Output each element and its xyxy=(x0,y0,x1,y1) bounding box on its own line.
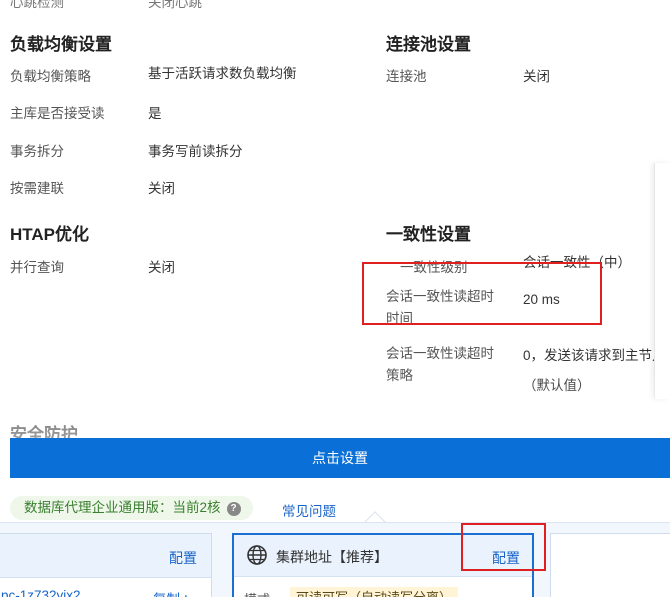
primary-read-label: 主库是否接受读 xyxy=(10,106,105,121)
mode-label: 模式 xyxy=(244,589,270,597)
on-demand-conn-value: 关闭 xyxy=(148,181,175,196)
connection-pool-title: 连接池设置 xyxy=(386,35,471,54)
primary-read-value: 是 xyxy=(148,106,162,121)
cluster-endpoint-card: 集群地址【推荐】 配置 模式 可读可写（自动读写分离） xyxy=(232,533,534,597)
globe-icon xyxy=(247,545,267,565)
side-panel-edge xyxy=(654,163,670,399)
parallel-query-value: 关闭 xyxy=(148,260,175,275)
load-balance-title: 负载均衡设置 xyxy=(10,35,112,54)
heartbeat-value: 关闭心跳 xyxy=(148,0,202,10)
conn-pool-value: 关闭 xyxy=(523,69,550,84)
heartbeat-label: 心跳检测 xyxy=(10,0,64,10)
edition-note-text: 数据库代理企业通用版：当前2核 xyxy=(24,500,221,515)
settings-button[interactable]: 点击设置 xyxy=(10,438,670,478)
htap-title: HTAP优化 xyxy=(10,225,90,244)
edition-note: 数据库代理企业通用版：当前2核? xyxy=(10,496,253,520)
tx-split-label: 事务拆分 xyxy=(10,144,64,159)
read-timeout-label: 会话一致性读超时时间 xyxy=(386,289,494,326)
tx-split-value: 事务写前读拆分 xyxy=(148,144,243,159)
cluster-card-title: 集群地址【推荐】 xyxy=(276,549,388,565)
faq-link[interactable]: 常见问题 xyxy=(282,500,336,520)
consistency-title: 一致性设置 xyxy=(386,225,471,244)
endpoint-card-right xyxy=(550,533,670,597)
on-demand-conn-label: 按需建联 xyxy=(10,181,64,196)
help-icon[interactable]: ? xyxy=(226,502,241,516)
lb-strategy-value: 基于活跃请求数负载均衡 xyxy=(148,66,297,81)
read-timeout-policy-value: 0，发送该请求到主节点（默认值） xyxy=(523,348,666,393)
read-timeout-value: 20 ms xyxy=(523,292,560,307)
consistency-level-value: 会话一致性（中） xyxy=(523,255,631,270)
lb-strategy-label: 负载均衡策略 xyxy=(10,69,91,84)
left-card-endpoint: pc-1z732yix2... xyxy=(1,588,92,597)
endpoint-card-left: 配置 pc-1z732yix2... 复制 ⁝ xyxy=(0,533,212,597)
left-card-config-link[interactable]: 配置 xyxy=(169,548,197,568)
card-left-header: 配置 xyxy=(0,534,211,578)
read-timeout-policy-label: 会话一致性读超时策略 xyxy=(386,346,494,383)
left-card-copy-link[interactable]: 复制 ⁝ xyxy=(153,588,188,597)
mode-value: 可读可写（自动读写分离） xyxy=(290,587,459,597)
cluster-card-config-link[interactable]: 配置 xyxy=(492,548,520,568)
cluster-card-header: 集群地址【推荐】 配置 xyxy=(234,535,532,577)
parallel-query-label: 并行查询 xyxy=(10,260,64,275)
consistency-level-label: 一致性级别 xyxy=(400,260,468,275)
conn-pool-label: 连接池 xyxy=(386,69,427,84)
